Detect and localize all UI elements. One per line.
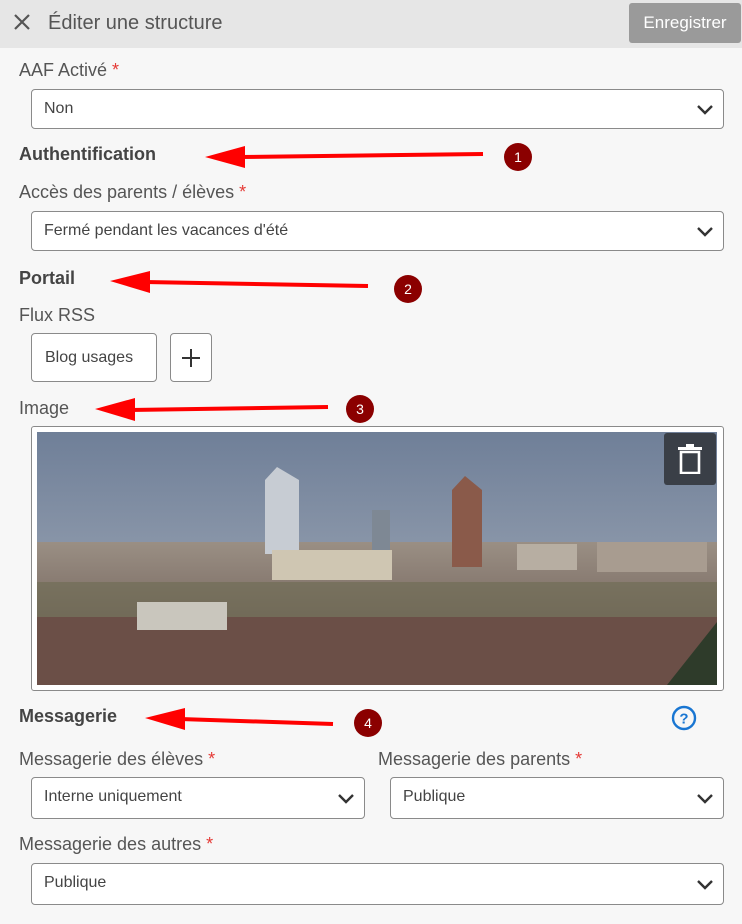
annotation-arrow-icon xyxy=(110,271,369,293)
structure-image xyxy=(37,432,717,685)
annotation-arrow-icon xyxy=(145,708,334,730)
autres-label: Messagerie des autres * xyxy=(19,834,213,855)
eleves-select-value: Interne uniquement xyxy=(44,788,182,805)
parents-label-text: Messagerie des parents xyxy=(378,749,571,769)
access-select[interactable]: Fermé pendant les vacances d'été xyxy=(31,211,724,251)
add-rss-button[interactable] xyxy=(170,333,212,382)
chevron-down-icon xyxy=(697,105,713,115)
required-mark: * xyxy=(239,182,247,202)
image-label: Image xyxy=(19,398,70,418)
chevron-down-icon xyxy=(697,880,713,890)
parents-select[interactable]: Publique xyxy=(390,777,724,819)
rss-feed-chip[interactable]: Blog usages xyxy=(31,333,157,382)
access-select-value: Fermé pendant les vacances d'été xyxy=(44,222,289,239)
save-button[interactable]: Enregistrer xyxy=(629,3,741,43)
required-mark: * xyxy=(206,834,214,854)
rss-feed-label: Blog usages xyxy=(45,349,134,366)
dialog-header: Éditer une structure Enregistrer xyxy=(0,0,742,48)
chevron-down-icon xyxy=(338,794,354,804)
plus-icon xyxy=(182,349,200,367)
access-label: Accès des parents / élèves * xyxy=(19,182,246,203)
annotation-arrow-icon xyxy=(95,398,329,421)
aaf-label: AAF Activé * xyxy=(19,60,119,81)
eleves-select[interactable]: Interne uniquement xyxy=(31,777,365,819)
section-portail: Portail xyxy=(19,268,76,288)
chevron-down-icon xyxy=(697,794,713,804)
autres-select[interactable]: Publique xyxy=(31,863,724,905)
chevron-down-icon xyxy=(697,227,713,237)
annotation-arrow-icon xyxy=(205,146,484,168)
section-authentification: Authentification xyxy=(19,144,156,164)
aaf-label-text: AAF Activé xyxy=(19,60,108,80)
dialog-title: Éditer une structure xyxy=(48,12,223,34)
annotation-badge-4: 4 xyxy=(354,709,382,737)
eleves-label: Messagerie des élèves * xyxy=(19,749,215,770)
required-mark: * xyxy=(575,749,583,769)
autres-select-value: Publique xyxy=(44,874,107,891)
aaf-select[interactable]: Non xyxy=(31,89,724,129)
aaf-select-value: Non xyxy=(44,100,74,117)
rss-label: Flux RSS xyxy=(19,305,96,325)
svg-text:?: ? xyxy=(679,711,688,728)
annotation-badge-1: 1 xyxy=(504,143,532,171)
required-mark: * xyxy=(208,749,216,769)
annotation-badge-2: 2 xyxy=(394,275,422,303)
required-mark: * xyxy=(112,60,120,80)
eleves-label-text: Messagerie des élèves xyxy=(19,749,204,769)
parents-label: Messagerie des parents * xyxy=(378,749,582,770)
close-icon[interactable] xyxy=(10,10,34,34)
delete-image-button[interactable] xyxy=(664,433,716,485)
parents-select-value: Publique xyxy=(403,788,466,805)
help-icon[interactable]: ? xyxy=(671,705,697,731)
annotation-badge-3: 3 xyxy=(346,395,374,423)
access-label-text: Accès des parents / élèves xyxy=(19,182,235,202)
trash-icon xyxy=(678,444,702,474)
autres-label-text: Messagerie des autres xyxy=(19,834,202,854)
section-messagerie: Messagerie xyxy=(19,706,118,726)
